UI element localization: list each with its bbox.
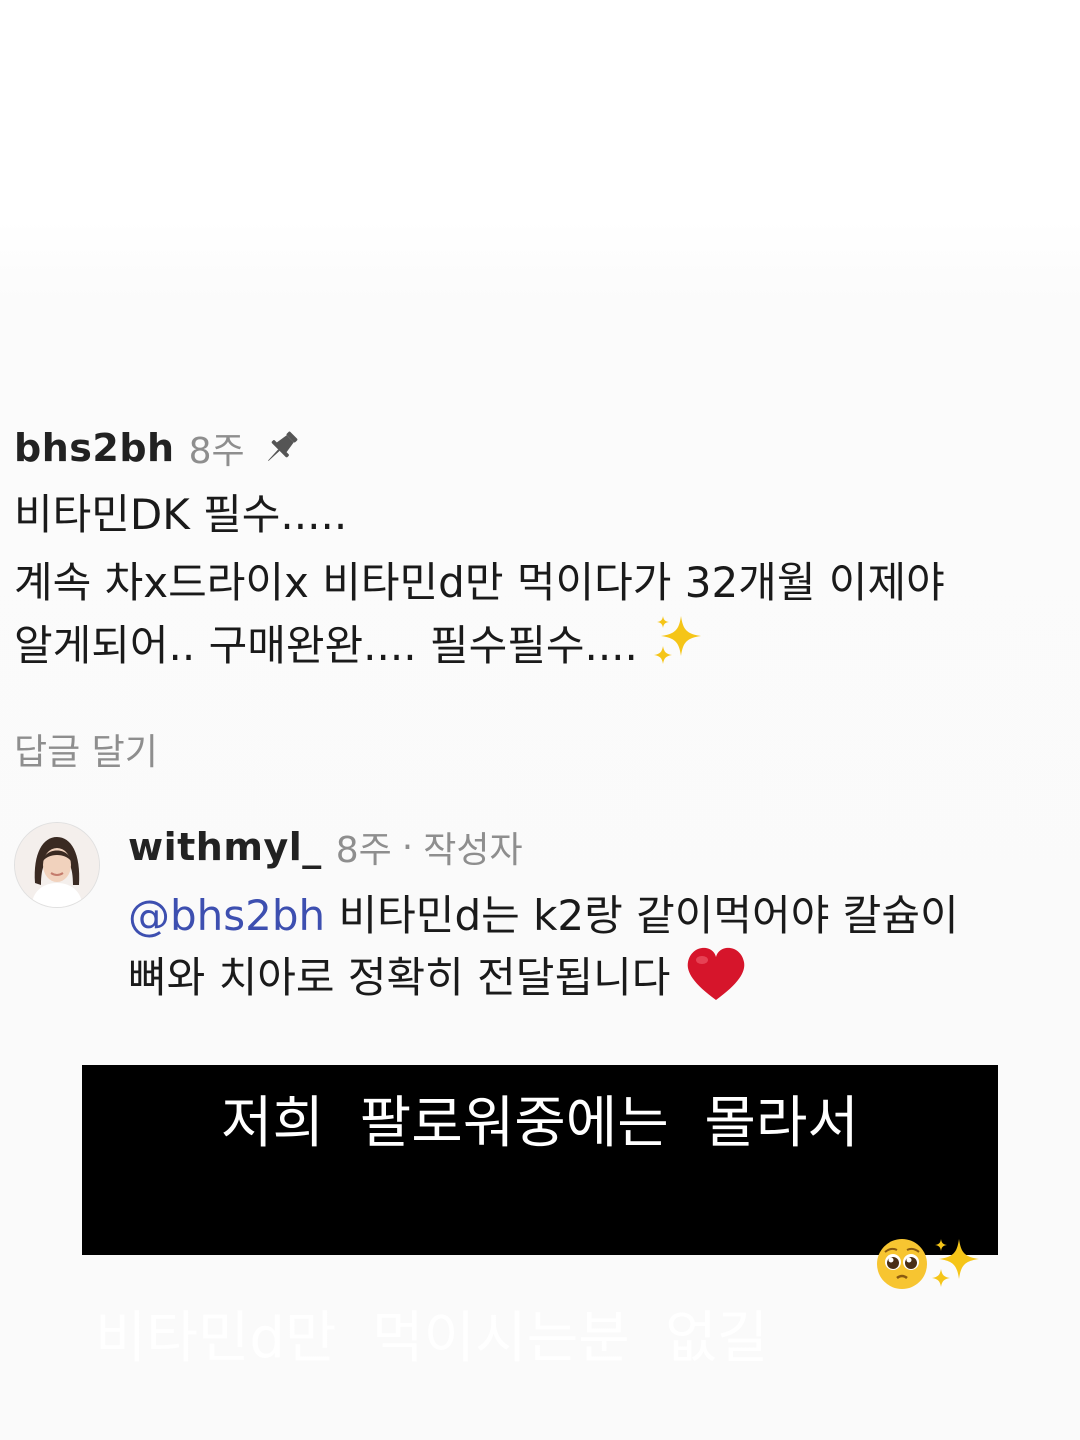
comment-line-3: 알게되어.. 구매완완.... 필수필수.... xyxy=(14,612,1064,683)
caption-line-2-wrap: 비타민d만 먹이시는분 없길 xyxy=(82,1161,998,1384)
avatar[interactable] xyxy=(14,822,100,908)
comment: bhs2bh 8주 비타민DK 필수..... 계속 차x드라이x 비타민d만 … xyxy=(14,420,1064,775)
reply-body: @bhs2bh 비타민d는 k2랑 같이먹어야 칼슘이 뼈와 치아로 정확히 전… xyxy=(128,888,1058,1018)
reply-button[interactable]: 답글 달기 xyxy=(14,723,158,775)
mention-link[interactable]: @bhs2bh xyxy=(128,891,325,940)
separator-dot: · xyxy=(401,826,414,868)
caption-sparkles-icon xyxy=(822,1161,985,1384)
comment-line-1: 비타민DK 필수..... xyxy=(14,490,348,539)
comment-body: 비타민DK 필수..... 계속 차x드라이x 비타민d만 먹이다가 32개월 … xyxy=(14,486,1064,683)
reply-username[interactable]: withmyl_ xyxy=(128,825,322,869)
comment-time: 8주 xyxy=(188,431,245,472)
comment-line-2-text: 계속 차x드라이x 비타민d만 먹이다가 32개월 이제야 xyxy=(14,558,945,607)
reply-header: withmyl_ 8주 · 작성자 xyxy=(128,822,1058,872)
pleading-face-icon xyxy=(768,1162,928,1289)
comment-header: bhs2bh 8주 xyxy=(14,420,1064,476)
caption-line-2: 비타민d만 먹이시는분 없길 xyxy=(94,1306,769,1371)
heart-icon xyxy=(684,944,748,1018)
caption-line-1: 저희 팔로워중에는 몰라서 xyxy=(221,1091,859,1156)
comment-line-3-text: 알게되어.. 구매완완.... 필수필수.... xyxy=(14,621,638,670)
comment-line-2: 계속 차x드라이x 비타민d만 먹이다가 32개월 이제야 xyxy=(14,554,1064,612)
caption-overlay: 저희 팔로워중에는 몰라서 비타민d만 먹이시는분 없길 xyxy=(82,1065,998,1371)
comment-username[interactable]: bhs2bh xyxy=(14,426,175,470)
reply-text-2: 뼈와 치아로 정확히 전달됩니다 xyxy=(128,953,671,1002)
reply-time: 8주 xyxy=(335,830,392,871)
reply-text-1: 비타민d는 k2랑 같이먹어야 칼슘이 xyxy=(325,891,959,940)
author-badge: 작성자 xyxy=(423,830,523,871)
pin-icon xyxy=(259,426,303,470)
reply-content: withmyl_ 8주 · 작성자 @bhs2bh 비타민d는 k2랑 같이먹어… xyxy=(128,822,1058,1018)
sparkles-icon xyxy=(651,612,707,683)
